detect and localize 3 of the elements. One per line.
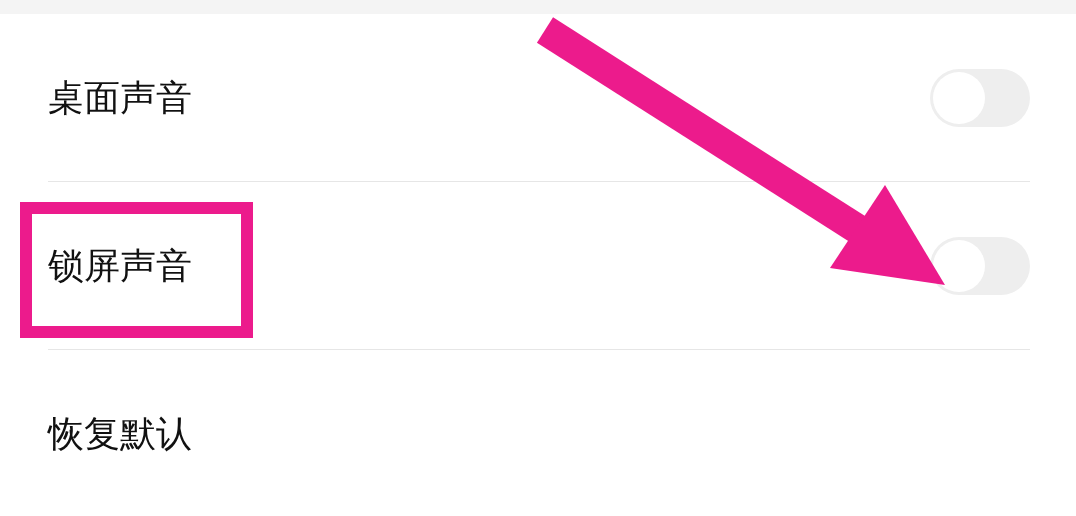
setting-label[interactable]: 恢复默认 bbox=[48, 407, 192, 461]
setting-label: 锁屏声音 bbox=[48, 243, 192, 288]
setting-label: 桌面声音 bbox=[48, 75, 192, 120]
